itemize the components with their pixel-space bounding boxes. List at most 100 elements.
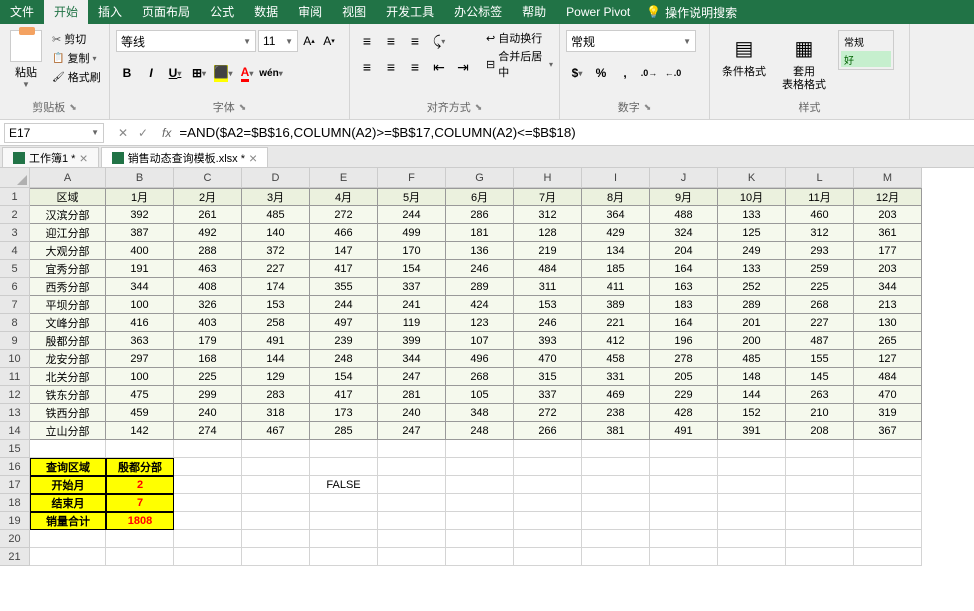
table-cell[interactable]: 173: [310, 404, 378, 422]
query-region-value[interactable]: 殷都分部: [106, 458, 174, 476]
empty-cell[interactable]: [242, 530, 310, 548]
row-header-15[interactable]: 15: [0, 440, 30, 458]
empty-cell[interactable]: [786, 458, 854, 476]
empty-cell[interactable]: [786, 548, 854, 566]
table-cell[interactable]: 488: [650, 206, 718, 224]
table-cell[interactable]: 289: [446, 278, 514, 296]
row-header-12[interactable]: 12: [0, 386, 30, 404]
empty-cell[interactable]: [650, 494, 718, 512]
table-cell[interactable]: 240: [174, 404, 242, 422]
table-cell[interactable]: 485: [242, 206, 310, 224]
table-cell[interactable]: 266: [514, 422, 582, 440]
table-cell[interactable]: 144: [242, 350, 310, 368]
menu-page-layout[interactable]: 页面布局: [132, 0, 200, 24]
table-cell[interactable]: 485: [718, 350, 786, 368]
empty-cell[interactable]: [378, 458, 446, 476]
row-header-20[interactable]: 20: [0, 530, 30, 548]
query-start-label[interactable]: 开始月: [30, 476, 106, 494]
table-cell[interactable]: 391: [718, 422, 786, 440]
col-header-A[interactable]: A: [30, 168, 106, 188]
menu-data[interactable]: 数据: [244, 0, 288, 24]
table-cell[interactable]: 247: [378, 422, 446, 440]
table-cell[interactable]: 248: [310, 350, 378, 368]
table-cell[interactable]: 467: [242, 422, 310, 440]
increase-font-button[interactable]: A▴: [300, 30, 318, 52]
empty-cell[interactable]: [582, 440, 650, 458]
table-cell[interactable]: 201: [718, 314, 786, 332]
table-cell[interactable]: 268: [786, 296, 854, 314]
fill-color-button[interactable]: ⬛▾: [212, 62, 234, 84]
empty-cell[interactable]: [786, 530, 854, 548]
table-cell[interactable]: 196: [650, 332, 718, 350]
table-cell[interactable]: 289: [718, 296, 786, 314]
col-header-D[interactable]: D: [242, 168, 310, 188]
table-cell[interactable]: 278: [650, 350, 718, 368]
table-cell[interactable]: 155: [786, 350, 854, 368]
table-cell[interactable]: 297: [106, 350, 174, 368]
table-cell[interactable]: 133: [718, 206, 786, 224]
table-cell[interactable]: 147: [310, 242, 378, 260]
row-header-10[interactable]: 10: [0, 350, 30, 368]
empty-cell[interactable]: [378, 440, 446, 458]
row-header-3[interactable]: 3: [0, 224, 30, 242]
table-cell[interactable]: 247: [378, 368, 446, 386]
table-cell[interactable]: 355: [310, 278, 378, 296]
table-cell[interactable]: 285: [310, 422, 378, 440]
empty-cell[interactable]: [446, 440, 514, 458]
table-cell[interactable]: 144: [718, 386, 786, 404]
table-cell[interactable]: 181: [446, 224, 514, 242]
table-cell[interactable]: 459: [106, 404, 174, 422]
row-header-7[interactable]: 7: [0, 296, 30, 314]
row-header-14[interactable]: 14: [0, 422, 30, 440]
table-cell[interactable]: 268: [446, 368, 514, 386]
empty-cell[interactable]: [514, 548, 582, 566]
empty-cell[interactable]: [582, 476, 650, 494]
table-header[interactable]: 7月: [514, 188, 582, 206]
empty-cell[interactable]: [174, 494, 242, 512]
table-cell[interactable]: 130: [854, 314, 922, 332]
empty-cell[interactable]: [718, 548, 786, 566]
table-cell[interactable]: 227: [786, 314, 854, 332]
empty-cell[interactable]: [582, 458, 650, 476]
dialog-launcher-icon[interactable]: ⬊: [239, 102, 247, 113]
empty-cell[interactable]: [174, 458, 242, 476]
merge-center-button[interactable]: ⊟合并后居中▾: [486, 48, 553, 80]
table-cell[interactable]: 219: [514, 242, 582, 260]
table-cell[interactable]: 258: [242, 314, 310, 332]
empty-cell[interactable]: [582, 512, 650, 530]
table-cell[interactable]: 428: [650, 404, 718, 422]
table-cell[interactable]: 497: [310, 314, 378, 332]
empty-cell[interactable]: [786, 476, 854, 494]
table-cell[interactable]: 470: [854, 386, 922, 404]
empty-cell[interactable]: [378, 494, 446, 512]
empty-cell[interactable]: [174, 548, 242, 566]
menu-view[interactable]: 视图: [332, 0, 376, 24]
table-cell[interactable]: 145: [786, 368, 854, 386]
table-cell[interactable]: 龙安分部: [30, 350, 106, 368]
percent-button[interactable]: %: [590, 62, 612, 84]
empty-cell[interactable]: [650, 458, 718, 476]
conditional-formatting-button[interactable]: ▤ 条件格式: [716, 30, 772, 79]
menu-review[interactable]: 审阅: [288, 0, 332, 24]
row-header-21[interactable]: 21: [0, 548, 30, 566]
table-cell[interactable]: 259: [786, 260, 854, 278]
table-cell[interactable]: 248: [446, 422, 514, 440]
row-header-6[interactable]: 6: [0, 278, 30, 296]
align-top-button[interactable]: ≡: [356, 30, 378, 52]
format-painter-button[interactable]: 格式刷: [50, 68, 103, 86]
empty-cell[interactable]: [514, 476, 582, 494]
align-center-button[interactable]: ≡: [380, 56, 402, 78]
row-header-1[interactable]: 1: [0, 188, 30, 206]
table-cell[interactable]: 344: [378, 350, 446, 368]
table-cell[interactable]: 417: [310, 386, 378, 404]
table-cell[interactable]: 迎江分部: [30, 224, 106, 242]
table-cell[interactable]: 107: [446, 332, 514, 350]
table-cell[interactable]: 387: [106, 224, 174, 242]
empty-cell[interactable]: [650, 512, 718, 530]
table-cell[interactable]: 136: [446, 242, 514, 260]
empty-cell[interactable]: [446, 458, 514, 476]
table-cell[interactable]: 142: [106, 422, 174, 440]
col-header-C[interactable]: C: [174, 168, 242, 188]
table-cell[interactable]: 205: [650, 368, 718, 386]
row-header-19[interactable]: 19: [0, 512, 30, 530]
